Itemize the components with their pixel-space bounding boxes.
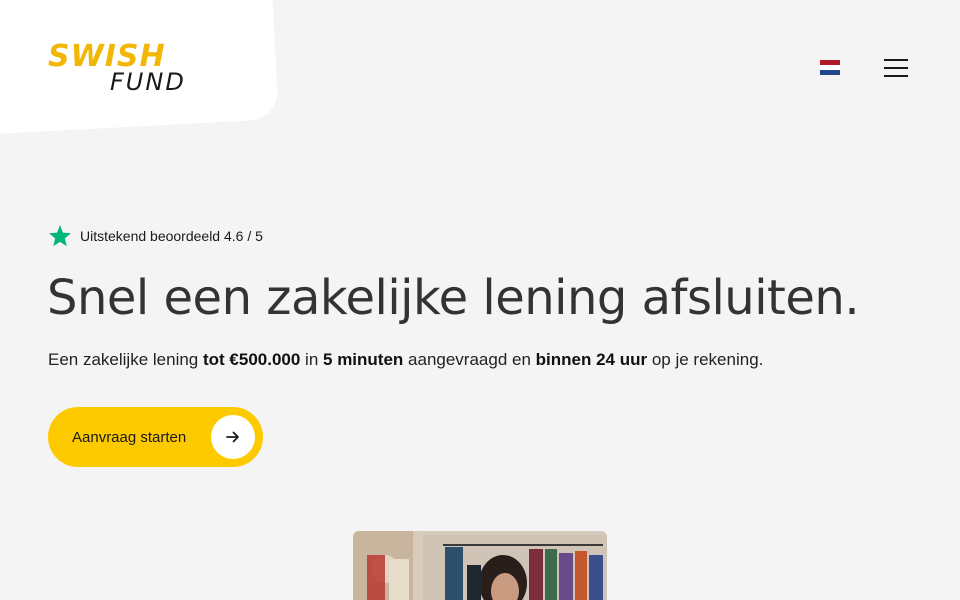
hamburger-line <box>884 75 908 77</box>
arrow-right-icon <box>211 415 255 459</box>
subtitle-text: op je rekening. <box>647 350 764 369</box>
subtitle-text: in <box>300 350 324 369</box>
subtitle-text: Een zakelijke lening <box>48 350 203 369</box>
hero-subtitle: Een zakelijke lening tot €500.000 in 5 m… <box>48 350 763 370</box>
hero-photo <box>353 531 607 600</box>
start-application-button[interactable]: Aanvraag starten <box>48 407 263 467</box>
hamburger-line <box>884 59 908 61</box>
start-application-label: Aanvraag starten <box>72 428 187 446</box>
page-title: Snel een zakelijke lening afsluiten. <box>47 270 860 326</box>
subtitle-amount: tot €500.000 <box>202 350 301 369</box>
subtitle-text: aangevraagd en <box>403 350 536 369</box>
nl-flag-icon[interactable] <box>820 60 840 75</box>
star-icon <box>49 225 71 247</box>
subtitle-duration: 5 minuten <box>323 350 404 369</box>
swishfund-logo[interactable]: SWISH FUND <box>48 40 208 100</box>
subtitle-payout-time: binnen 24 uur <box>535 350 648 369</box>
hamburger-line <box>884 67 908 69</box>
logo-fund-text: FUND <box>110 68 186 96</box>
rating-text: Uitstekend beoordeeld 4.6 / 5 <box>80 228 263 244</box>
hamburger-menu-button[interactable] <box>880 56 912 80</box>
rating-badge: Uitstekend beoordeeld 4.6 / 5 <box>48 224 263 248</box>
flag-stripe-blue <box>820 70 840 75</box>
